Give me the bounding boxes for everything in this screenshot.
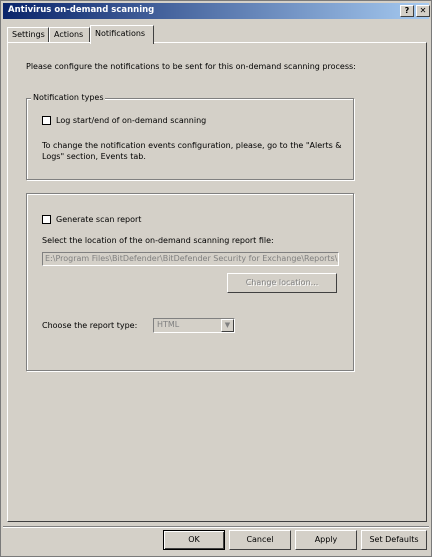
report-type-select[interactable]: HTML ▼ [153,318,235,333]
close-icon: ✕ [419,6,427,15]
tab-actions[interactable]: Actions [49,27,90,43]
title-bar[interactable]: Antivirus on-demand scanning ? ✕ [3,3,430,19]
tab-notifications[interactable]: Notifications [90,25,154,44]
chevron-down-icon[interactable]: ▼ [221,319,234,332]
ok-button[interactable]: OK [163,530,225,550]
scan-report-group: Generate scan report Select the location… [26,193,354,371]
close-button[interactable]: ✕ [416,5,430,17]
report-location-input[interactable]: E:\Program Files\BitDefender\BitDefender… [42,252,339,266]
notifications-panel: Please configure the notifications to be… [7,42,427,522]
tab-settings[interactable]: Settings [7,27,49,43]
generate-report-checkbox[interactable] [42,215,51,224]
report-type-value: HTML [157,320,180,329]
notification-types-legend: Notification types [31,93,106,102]
dialog-window: Antivirus on-demand scanning ? ✕ Setting… [0,0,432,557]
log-start-end-checkbox[interactable] [42,116,51,125]
intro-text: Please configure the notifications to be… [26,62,356,71]
help-button[interactable]: ? [400,5,414,17]
bottom-separator [3,526,429,528]
apply-button[interactable]: Apply [295,530,357,550]
set-defaults-button[interactable]: Set Defaults [361,530,427,550]
events-config-note: To change the notification events config… [42,141,342,161]
help-icon: ? [404,6,410,15]
report-location-label: Select the location of the on-demand sca… [42,236,274,245]
change-location-button[interactable]: Change location... [227,273,337,293]
generate-report-label[interactable]: Generate scan report [56,215,141,224]
log-start-end-label[interactable]: Log start/end of on-demand scanning [56,116,206,125]
notification-types-group: Notification types Log start/end of on-d… [26,93,354,180]
window-title: Antivirus on-demand scanning [8,5,155,15]
cancel-button[interactable]: Cancel [229,530,291,550]
report-type-label: Choose the report type: [42,321,138,330]
